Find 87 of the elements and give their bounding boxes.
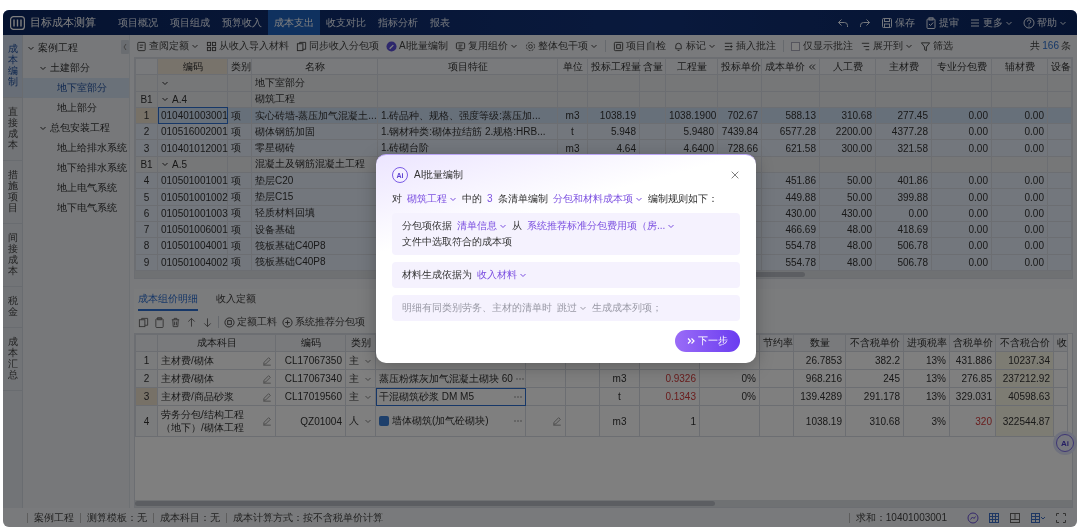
column-header: 含量: [639, 58, 666, 75]
column-header: 投标工程量: [587, 58, 640, 75]
dialog-text: 分包项依据: [402, 219, 452, 233]
table-cell-text: 主材费/商品砂浆: [161, 390, 235, 403]
record-count: 共 166 条: [1030, 39, 1071, 53]
table-cell: m3: [599, 369, 640, 388]
status-text: 案例工程: [27, 512, 80, 523]
dialog-text: 中的: [462, 192, 482, 206]
column-header: 成本单价: [765, 59, 805, 74]
table-cell: 310.68: [845, 405, 904, 437]
table-cell-text: 主材费/砌体: [161, 354, 215, 367]
column-header: 数量: [793, 334, 846, 352]
dialog-text: 文件中选取符合的成本项: [402, 235, 512, 249]
table-cell-text: 主: [349, 353, 360, 368]
dialog-text: 生成成本列项；: [592, 301, 662, 315]
table-cell: 26.7853: [793, 351, 846, 370]
table-cell-text: 人: [349, 414, 360, 428]
table-cell-text: 墙体砌筑(加气砼砌块): [392, 414, 490, 428]
column-header: 不含税单价: [845, 334, 904, 352]
table-cell: 245: [845, 369, 904, 388]
table-cell: 382.2: [845, 351, 904, 370]
table-cell-text: 劳务分包/结构工程（地下）/砌体工程: [161, 408, 245, 434]
table-cell: 322544.87: [995, 405, 1054, 437]
table-cell: 291.178: [845, 387, 904, 406]
column-header: 辅材费: [991, 58, 1048, 75]
table-cell: 320: [949, 405, 996, 437]
row-number: 4: [135, 405, 158, 437]
column-header: 设备: [1047, 58, 1072, 75]
column-header: 投标单价: [717, 58, 762, 75]
table-cell: 431.886: [949, 351, 996, 370]
table-cell: 1: [639, 405, 700, 437]
table-cell: m3: [599, 405, 640, 437]
dialog-text: 材料生成依据为: [402, 268, 472, 282]
table-cell: 1038.19: [793, 405, 846, 437]
table-cell: 13%: [903, 387, 950, 406]
table-cell: 0.9326: [639, 369, 700, 388]
table-cell: 139.4289: [793, 387, 846, 406]
table-cell: QZ01004: [275, 405, 346, 437]
table-cell: CL17067350: [275, 351, 346, 370]
table-cell-text: 主: [349, 371, 360, 386]
table-cell: 蒸压粉煤灰加气混凝土砌块 60: [379, 371, 513, 386]
table-cell: 010401003001: [157, 107, 228, 124]
column-header: 专业分包费: [931, 58, 992, 75]
dialog-text: 明细有同类别劳务、主材的清单时: [402, 301, 552, 315]
dialog-text: 条清单编制: [497, 192, 548, 206]
status-text: 测算模板：无: [80, 512, 153, 523]
table-cell: 0%: [699, 369, 760, 388]
table-cell: CL17067340: [275, 369, 346, 388]
table-cell: A.5: [172, 158, 187, 170]
table-cell: 0%: [699, 387, 760, 406]
table-cell: t: [599, 387, 640, 406]
column-header: 不含税合价: [995, 334, 1054, 352]
app-title: 目标成本测算: [30, 15, 96, 30]
column-header: 名称: [251, 58, 378, 75]
column-header: 项目特征: [377, 58, 558, 75]
table-cell-text: 主材费/砌体: [161, 372, 215, 385]
table-cell: 0.1343: [639, 387, 700, 406]
table-cell: 3%: [903, 405, 950, 437]
checkbox-label: 仅显示批注: [803, 39, 854, 53]
column-header: 工程量: [665, 58, 718, 75]
table-cell-text: 主: [349, 389, 360, 404]
dialog-text: 编制规则如下：: [647, 192, 718, 206]
status-text: 成本计算方式：按不含税单价计算: [226, 512, 389, 523]
table-cell: 276.85: [949, 369, 996, 388]
column-header: 进项税率: [903, 334, 950, 352]
table-cell-text: 干混砌筑砂浆 DM M5: [379, 389, 475, 404]
column-header: 人工费: [819, 58, 876, 75]
dialog-text: 对: [392, 192, 402, 206]
sum-text: 求和：10401003001: [848, 512, 953, 523]
column-header: 类别: [227, 58, 252, 75]
column-header: 主材费: [875, 58, 932, 75]
column-header: 类别: [345, 334, 376, 352]
table-cell: 968.216: [793, 369, 846, 388]
column-header: 成本科目: [157, 334, 276, 352]
column-header: 编码: [157, 58, 228, 75]
table-cell: 13%: [903, 351, 950, 370]
table-cell: 329.031: [949, 387, 996, 406]
table-cell: CL17019560: [275, 387, 346, 406]
status-text: 成本科目：无: [153, 512, 226, 523]
table-cell: A.4: [172, 93, 187, 105]
column-header: 编码: [275, 334, 346, 352]
column-header: 含税单价: [949, 334, 996, 352]
column-header: 单位: [557, 58, 588, 75]
dialog-text: 从: [512, 219, 522, 233]
column-header: 节约率: [759, 334, 794, 352]
count-text: 3: [487, 192, 493, 206]
table-cell: 13%: [903, 369, 950, 388]
